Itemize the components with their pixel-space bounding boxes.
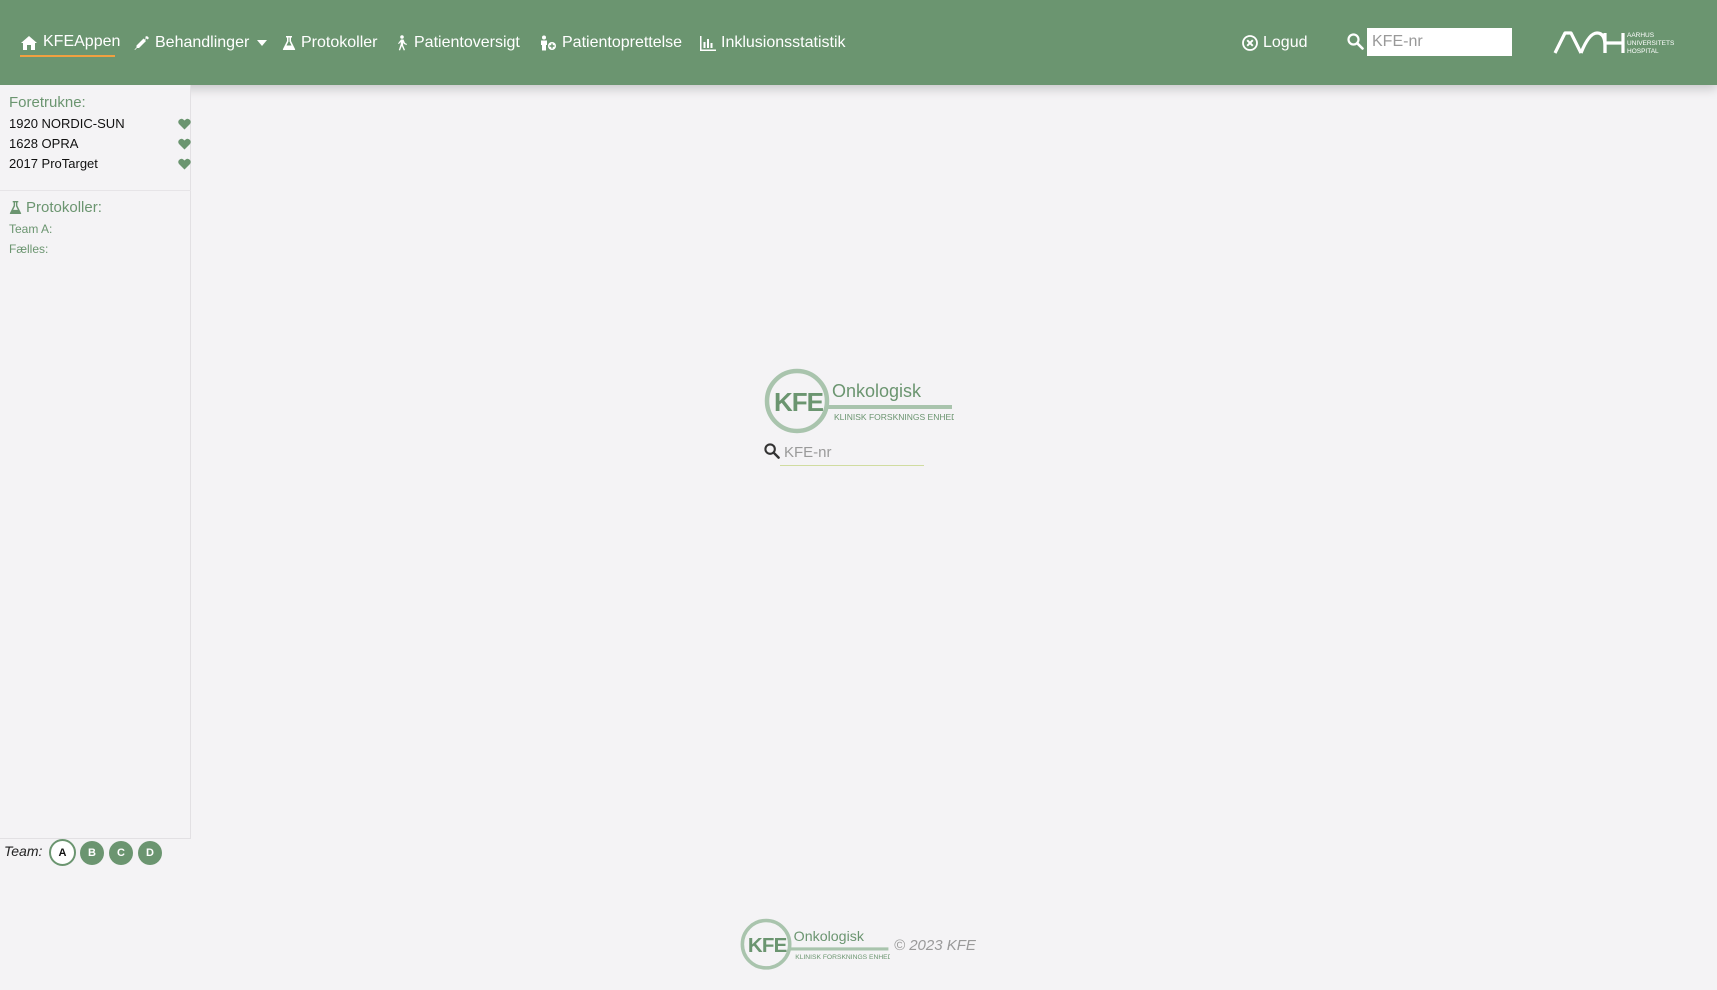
protocols-heading-text: Protokoller: [26,199,102,216]
nav-patientoprettelse-label: Patientoprettelse [562,34,683,51]
heart-icon[interactable] [178,158,191,170]
svg-text:HOSPITAL: HOSPITAL [1627,48,1659,55]
flask-icon [9,201,22,214]
active-nav-underline [20,55,115,57]
sidebar: Foretrukne: 1920 NORDIC-SUN 1628 OPRA 20… [0,85,191,839]
person-walking-icon [398,35,407,51]
protocol-group-team-a[interactable]: Team A: [9,222,52,236]
person-add-icon [541,35,556,51]
top-navbar: KFEAppen Behandlinger Protokoller Patien… [0,0,1717,85]
kfe-logo: KFE Onkologisk KLINISK FORSKNINGS ENHED [764,368,954,434]
kfe-logo-main: Onkologisk [832,381,922,401]
logout-button[interactable]: Logud [1242,32,1308,54]
footer-logo-main: Onkologisk [794,929,865,945]
team-c-button[interactable]: C [109,841,133,865]
home-icon [21,36,37,50]
nav-patientoversigt[interactable]: Patientoversigt [395,32,520,54]
nav-patientoversigt-label: Patientoversigt [414,34,520,51]
favorites-heading-text: Foretrukne: [9,94,86,111]
team-a-button[interactable]: A [49,839,76,866]
search-icon [1347,33,1364,50]
favorites-heading: Foretrukne: [9,94,86,111]
nav-behandlinger-label: Behandlinger [155,34,250,51]
footer-logo-sub: KLINISK FORSKNINGS ENHED [795,954,890,961]
center-search-input[interactable] [780,440,924,466]
nav-behandlinger-dropdown[interactable]: Behandlinger [134,32,268,54]
favorite-item[interactable]: 2017 ProTarget [9,156,191,171]
heart-icon[interactable] [178,138,191,150]
nav-protokoller-label: Protokoller [301,34,378,51]
nav-search-input[interactable] [1367,28,1512,56]
protocols-heading: Protokoller: [9,199,102,216]
favorite-item-label: 1628 OPRA [9,136,79,151]
chevron-down-icon [257,40,268,46]
logout-label: Logud [1263,34,1308,51]
svg-text:AARHUS: AARHUS [1627,32,1655,39]
bar-chart-icon [700,35,716,51]
nav-inklusionsstatistik-label: Inklusionsstatistik [721,34,846,51]
search-icon [764,443,780,459]
kfe-logo-mark: KFE [774,387,824,417]
protocol-group-faelles[interactable]: Fælles: [9,242,48,256]
nav-protokoller[interactable]: Protokoller [282,32,377,54]
footer-logo-mark: KFE [748,934,787,957]
heart-icon[interactable] [178,118,191,130]
favorite-item-label: 1920 NORDIC-SUN [9,116,125,131]
nav-home-label: KFEAppen [43,33,121,50]
favorite-item[interactable]: 1920 NORDIC-SUN [9,116,191,131]
team-d-button[interactable]: D [138,841,162,865]
footer-kfe-logo: KFE Onkologisk KLINISK FORSKNINGS ENHED [740,918,890,970]
sidebar-divider [0,190,191,191]
favorite-item[interactable]: 1628 OPRA [9,136,191,151]
kfe-logo-sub: KLINISK FORSKNINGS ENHED [834,412,954,422]
team-switch-label: Team: [4,843,43,859]
footer-copyright: © 2023 KFE [894,937,976,954]
flask-icon [282,36,296,50]
syringe-icon [134,36,149,50]
team-b-button[interactable]: B [80,841,104,865]
close-circle-icon [1242,35,1258,51]
favorite-item-label: 2017 ProTarget [9,156,98,171]
svg-text:UNIVERSITETS: UNIVERSITETS [1627,40,1675,47]
hospital-logo: AARHUS UNIVERSITETS HOSPITAL [1553,31,1675,55]
nav-home[interactable]: KFEAppen [20,32,120,54]
nav-inklusionsstatistik[interactable]: Inklusionsstatistik [700,32,846,54]
nav-patientoprettelse[interactable]: Patientoprettelse [538,32,682,54]
